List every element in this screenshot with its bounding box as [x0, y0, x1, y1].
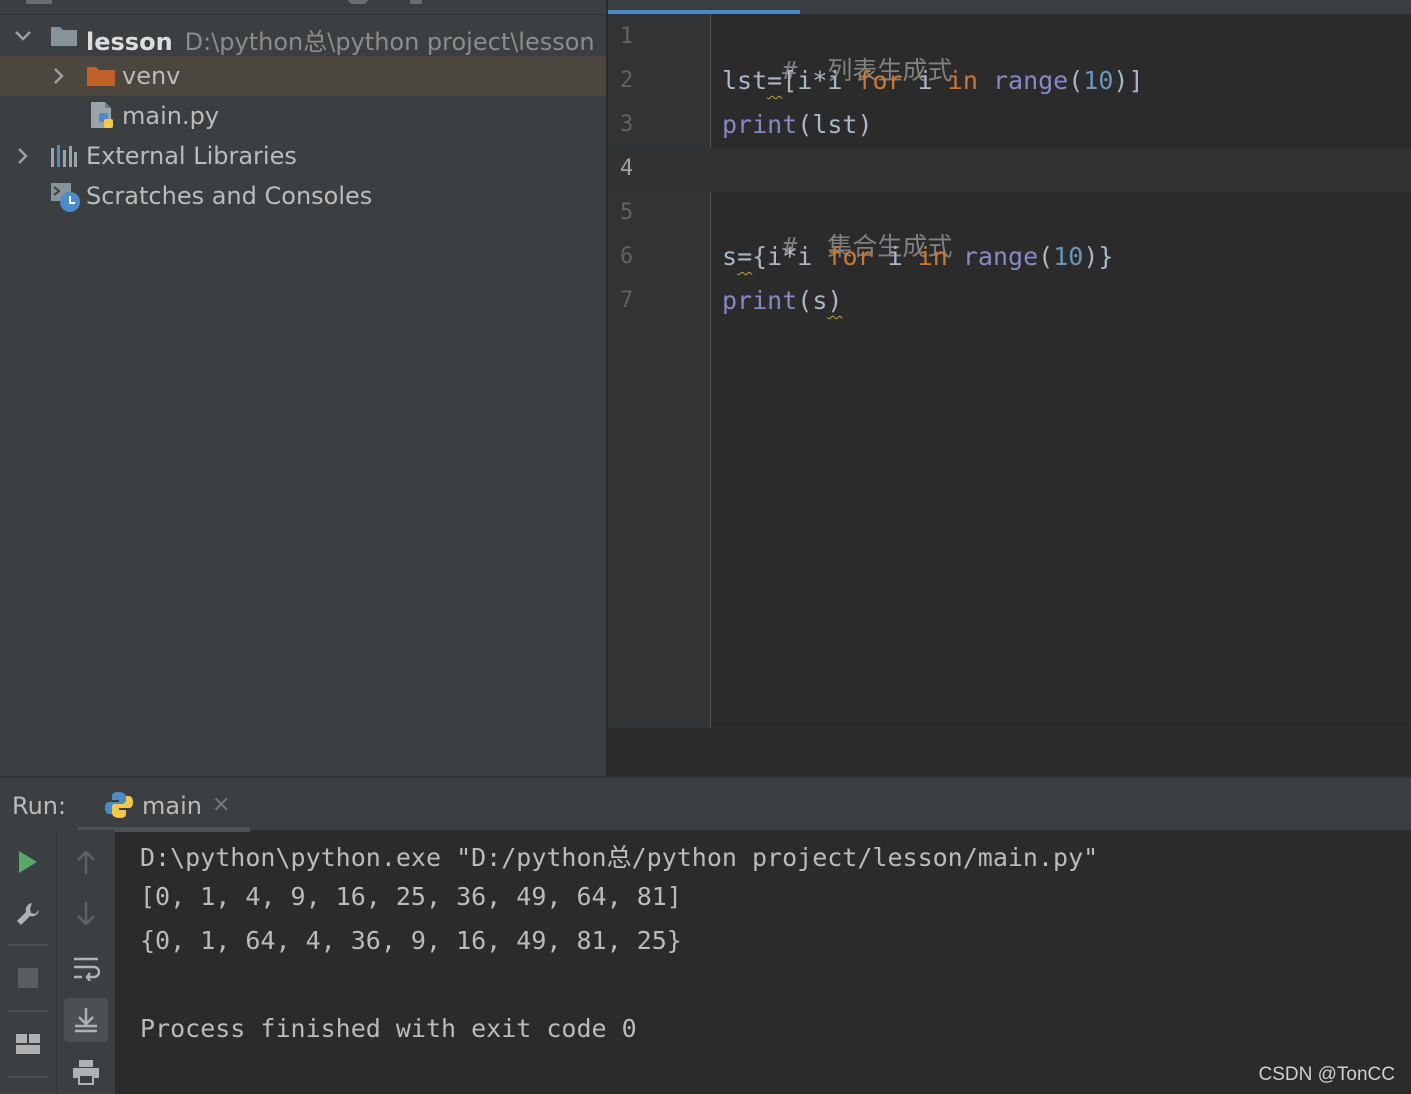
console-line-output: {0, 1, 64, 4, 36, 9, 16, 49, 81, 25}	[140, 926, 682, 955]
code-builtin: print	[722, 286, 798, 315]
code-line-7: print(s)	[722, 286, 842, 315]
tree-item-venv[interactable]: venv	[0, 56, 606, 96]
wrench-icon[interactable]	[10, 896, 46, 932]
print-icon[interactable]	[68, 1054, 104, 1090]
chevron-right-icon[interactable]	[44, 56, 74, 96]
tree-item-lesson[interactable]: lesson D:\python总\python project\lesson	[0, 16, 606, 56]
run-label: Run:	[12, 792, 67, 820]
project-toolbar-strip	[0, 0, 606, 15]
soft-wrap-icon[interactable]	[68, 950, 104, 986]
code-line-2: lst=[i*i for i in range(10)]	[722, 66, 1144, 95]
code-editor[interactable]: 1 2 3 4 5 6 7 # 列表生成式 lst=[i*i for i in …	[608, 0, 1411, 776]
run-toolbar-primary	[0, 830, 57, 1094]
console-line-exit: Process finished with exit code 0	[140, 1014, 637, 1043]
tree-item-label: Scratches and Consoles	[86, 182, 373, 210]
console-line-output: [0, 1, 4, 9, 16, 25, 36, 49, 64, 81]	[140, 882, 682, 911]
code-builtin: range	[992, 66, 1069, 95]
folder-icon	[50, 24, 78, 54]
code-token-warning: )	[827, 286, 843, 315]
arrow-down-icon[interactable]	[68, 896, 104, 932]
code-number: 10	[1083, 66, 1114, 95]
stop-icon[interactable]	[10, 960, 46, 996]
current-line-highlight	[608, 148, 1411, 192]
code-builtin: print	[722, 110, 798, 139]
arrow-up-icon[interactable]	[68, 844, 104, 880]
tree-item-scratches[interactable]: Scratches and Consoles	[0, 176, 606, 216]
toolbar-separator	[8, 1010, 48, 1012]
code-line-6: s={i*i for i in range(10)}	[722, 242, 1113, 271]
tree-item-label: External Libraries	[86, 142, 297, 170]
chevron-right-icon[interactable]	[8, 136, 38, 176]
run-tab-label: main	[142, 792, 202, 820]
line-number: 7	[620, 288, 634, 313]
code-token: (	[1068, 66, 1084, 95]
python-icon	[104, 790, 134, 824]
tree-item-external-libraries[interactable]: External Libraries	[0, 136, 606, 176]
editor-bottom-area	[608, 727, 1411, 776]
chevron-down-icon[interactable]	[8, 16, 38, 56]
tree-item-main-py[interactable]: main.py	[0, 96, 606, 136]
python-file-icon	[88, 100, 118, 138]
libraries-icon	[50, 144, 78, 174]
editor-tab-strip	[608, 0, 1411, 14]
code-number: 10	[1053, 242, 1084, 271]
code-token: )}	[1083, 242, 1114, 271]
code-token: i	[872, 242, 918, 271]
code-keyword: in	[917, 242, 948, 271]
project-root-path: D:\python总\python project\lesson	[184, 28, 595, 56]
run-tool-window: Run: main × D:\python\python.exe "D:/pyt…	[0, 776, 1411, 1094]
code-token: (	[1038, 242, 1054, 271]
tree-item-label: venv	[122, 62, 181, 90]
code-keyword: for	[827, 242, 873, 271]
scroll-to-end-icon[interactable]	[64, 998, 108, 1042]
close-icon[interactable]: ×	[212, 792, 230, 817]
run-icon[interactable]	[10, 844, 46, 880]
code-token: [i*i	[782, 66, 858, 95]
code-keyword: for	[857, 66, 903, 95]
run-tab-main[interactable]: main ×	[78, 778, 250, 832]
line-number: 1	[620, 24, 634, 49]
code-token: i	[902, 66, 948, 95]
code-token: {i*i	[752, 242, 828, 271]
code-keyword: in	[947, 66, 978, 95]
venv-folder-icon	[86, 64, 116, 94]
code-builtin: range	[962, 242, 1039, 271]
code-token: lst	[722, 66, 768, 95]
layout-icon[interactable]	[10, 1026, 46, 1062]
console-line-command: D:\python\python.exe "D:/python总/python …	[140, 843, 1099, 872]
tree-item-label: main.py	[122, 102, 220, 130]
line-number: 3	[620, 112, 634, 137]
scratches-icon	[50, 182, 82, 220]
code-token: (lst)	[797, 110, 873, 139]
project-tool-window: lesson D:\python总\python project\lesson v…	[0, 0, 606, 776]
code-token: (s	[797, 286, 828, 315]
line-number: 4	[620, 156, 634, 181]
toolbar-separator	[8, 1076, 48, 1078]
code-token-warning: =	[737, 242, 753, 271]
line-number: 6	[620, 244, 634, 269]
code-token-warning: =	[767, 66, 783, 95]
code-token: )]	[1113, 66, 1144, 95]
watermark: CSDN @TonCC	[1258, 1064, 1395, 1085]
run-toolbar-secondary	[57, 830, 115, 1094]
line-number: 5	[620, 200, 634, 225]
run-header: Run: main ×	[0, 776, 1411, 832]
code-line-3: print(lst)	[722, 110, 873, 139]
project-root-name: lesson	[86, 28, 173, 56]
line-number: 2	[620, 68, 634, 93]
toolbar-separator	[8, 944, 48, 946]
code-token: s	[722, 242, 738, 271]
